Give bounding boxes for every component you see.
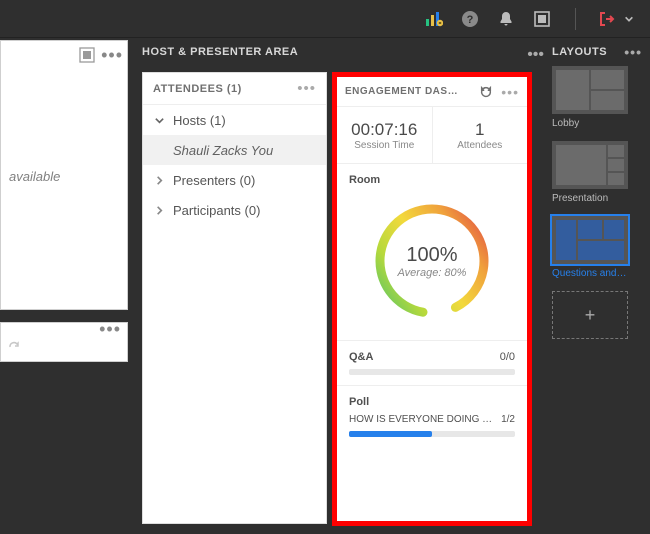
engagement-title: ENGAGEMENT DASHBO… (345, 86, 465, 97)
room-section: Room 100% (337, 164, 527, 340)
gauge-percent: 100% (406, 244, 457, 267)
poll-label: Poll (349, 396, 515, 408)
help-icon[interactable]: ? (461, 10, 479, 28)
chevron-right-icon (153, 204, 165, 216)
attendees-value: 1 (475, 120, 484, 140)
layout-label: Presentation (552, 193, 628, 204)
layout-label: Lobby (552, 118, 628, 129)
poll-value: 1/2 (501, 414, 515, 425)
layout-questions[interactable]: Questions and… (552, 216, 642, 279)
session-time-value: 00:07:16 (351, 120, 417, 140)
engagement-header: ENGAGEMENT DASHBO… ••• (337, 77, 527, 107)
layout-label: Questions and… (552, 268, 628, 279)
attendee-user[interactable]: Shauli Zacks You (143, 135, 326, 165)
host-presenter-more-icon[interactable]: ••• (527, 46, 544, 64)
chevron-down-icon (620, 10, 638, 28)
fullscreen-icon[interactable] (79, 47, 95, 63)
poll-section: Poll HOW IS EVERYONE DOING … 1/2 (337, 386, 527, 447)
stats-row: 00:07:16 Session Time 1 Attendees (337, 107, 527, 163)
qa-label: Q&A (349, 351, 373, 363)
top-bar: ? (0, 0, 650, 38)
stat-session-time: 00:07:16 Session Time (337, 107, 432, 163)
attendees-title: ATTENDEES (1) (153, 83, 242, 95)
layouts-panel: LAYOUTS ••• Lobby Presentation Questions… (552, 46, 642, 339)
group-hosts[interactable]: Hosts (1) (143, 105, 326, 135)
chart-icon[interactable] (425, 10, 443, 28)
group-label: Presenters (0) (173, 173, 255, 188)
exit-icon (598, 10, 616, 28)
bell-icon[interactable] (497, 10, 515, 28)
group-presenters[interactable]: Presenters (0) (143, 165, 326, 195)
layouts-title: LAYOUTS (552, 46, 607, 58)
qa-bar (349, 369, 515, 375)
engagement-dashboard: ENGAGEMENT DASHBO… ••• 00:07:16 Session … (332, 72, 532, 526)
layout-presentation[interactable]: Presentation (552, 141, 642, 204)
topbar-icons: ? (425, 8, 642, 30)
qa-value: 0/0 (500, 351, 515, 363)
attendees-list: Hosts (1) Shauli Zacks You Presenters (0… (143, 105, 326, 225)
qa-section: Q&A 0/0 (337, 341, 527, 385)
poll-bar-fill (349, 431, 432, 437)
available-text: available (1, 69, 127, 184)
redo-icon[interactable] (7, 338, 21, 355)
gauge-average: Average: 80% (398, 267, 467, 279)
group-participants[interactable]: Participants (0) (143, 195, 326, 225)
group-label: Participants (0) (173, 203, 260, 218)
layout-lobby[interactable]: Lobby (552, 66, 642, 129)
group-label: Hosts (1) (173, 113, 226, 128)
session-time-label: Session Time (354, 140, 414, 151)
room-label: Room (349, 174, 515, 186)
stat-attendees: 1 Attendees (432, 107, 528, 163)
attendees-label: Attendees (457, 140, 502, 151)
svg-text:?: ? (467, 14, 474, 26)
divider (575, 8, 576, 30)
chevron-down-icon (153, 114, 165, 126)
chevron-right-icon (153, 174, 165, 186)
host-presenter-label: HOST & PRESENTER AREA (142, 46, 298, 58)
attendees-header: ATTENDEES (1) ••• (143, 73, 326, 105)
exit-button[interactable] (594, 10, 642, 28)
add-layout-button[interactable]: + (552, 291, 628, 339)
refresh-icon[interactable] (479, 85, 493, 99)
attendee-name: Shauli Zacks You (173, 143, 273, 158)
plus-icon: + (585, 305, 596, 326)
engagement-gauge: 100% Average: 80% (367, 196, 497, 326)
left-pod-2: ••• (0, 322, 128, 362)
poll-question: HOW IS EVERYONE DOING … (349, 414, 492, 425)
poll-bar (349, 431, 515, 437)
left-pod-1: ••• available (0, 40, 128, 310)
fullscreen-icon[interactable] (533, 10, 551, 28)
left-column: ••• available ••• (0, 40, 130, 534)
attendees-pod: ATTENDEES (1) ••• Hosts (1) Shauli Zacks… (142, 72, 327, 524)
layouts-header: LAYOUTS ••• (552, 46, 642, 58)
